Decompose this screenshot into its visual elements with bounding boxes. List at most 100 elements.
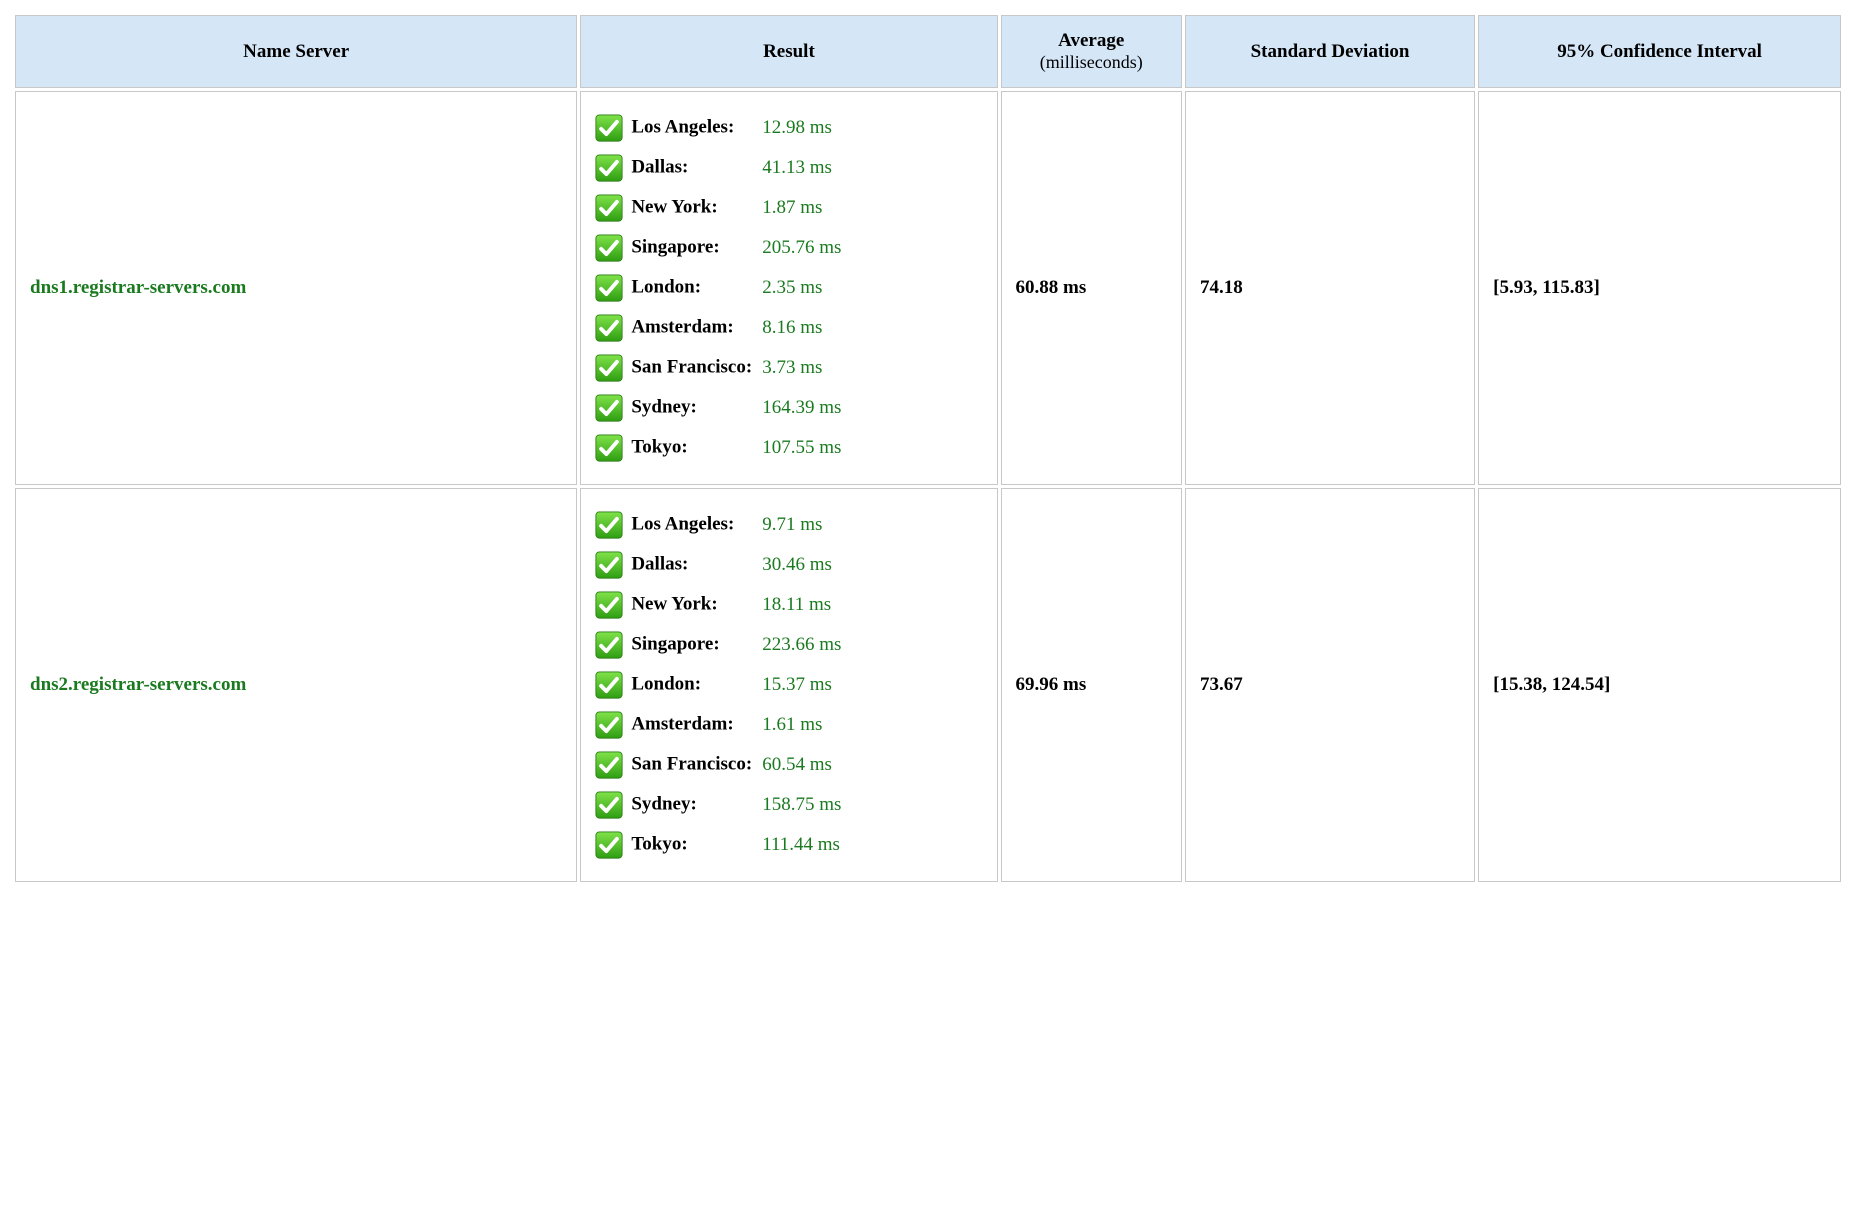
- average-cell: 69.96 ms: [1001, 488, 1182, 882]
- table-row: dns2.registrar-servers.comLos Angeles:9.…: [15, 488, 1841, 882]
- location-name: Amsterdam: [631, 713, 727, 734]
- location-row: Dallas:30.46 ms: [595, 545, 845, 585]
- location-label: Los Angeles:: [595, 505, 762, 545]
- location-name: Los Angeles: [631, 513, 728, 534]
- location-label: Amsterdam:: [595, 705, 762, 745]
- location-label: Singapore:: [595, 228, 762, 268]
- location-label: Sydney:: [595, 785, 762, 825]
- location-row: Los Angeles:9.71 ms: [595, 505, 845, 545]
- location-value: 15.37 ms: [762, 665, 845, 705]
- stddev-cell: 74.18: [1185, 91, 1475, 485]
- location-name: Tokyo: [631, 436, 681, 457]
- stddev-cell: 73.67: [1185, 488, 1475, 882]
- header-result: Result: [580, 15, 997, 88]
- ci-cell: [15.38, 124.54]: [1478, 488, 1841, 882]
- header-ci: 95% Confidence Interval: [1478, 15, 1841, 88]
- location-results-table: Los Angeles:9.71 msDallas:30.46 msNew Yo…: [595, 505, 845, 865]
- location-row: Tokyo:107.55 ms: [595, 428, 845, 468]
- location-value: 205.76 ms: [762, 228, 845, 268]
- location-label: Amsterdam:: [595, 308, 762, 348]
- check-icon: [595, 314, 623, 342]
- table-row: dns1.registrar-servers.comLos Angeles:12…: [15, 91, 1841, 485]
- location-label: Dallas:: [595, 545, 762, 585]
- check-icon: [595, 551, 623, 579]
- check-icon: [595, 434, 623, 462]
- location-label: New York:: [595, 585, 762, 625]
- check-icon: [595, 631, 623, 659]
- location-value: 111.44 ms: [762, 825, 845, 865]
- ci-cell: [5.93, 115.83]: [1478, 91, 1841, 485]
- location-name: Sydney: [631, 793, 690, 814]
- name-server-cell: dns2.registrar-servers.com: [15, 488, 577, 882]
- location-row: Singapore:223.66 ms: [595, 625, 845, 665]
- location-value: 223.66 ms: [762, 625, 845, 665]
- header-stddev: Standard Deviation: [1185, 15, 1475, 88]
- location-row: New York:18.11 ms: [595, 585, 845, 625]
- location-label: San Francisco:: [595, 348, 762, 388]
- location-value: 8.16 ms: [762, 308, 845, 348]
- location-name: San Francisco: [631, 356, 746, 377]
- table-header-row: Name Server Result Average (milliseconds…: [15, 15, 1841, 88]
- location-label: Tokyo:: [595, 428, 762, 468]
- location-name: Los Angeles: [631, 116, 728, 137]
- location-value: 12.98 ms: [762, 108, 845, 148]
- location-value: 18.11 ms: [762, 585, 845, 625]
- location-label: New York:: [595, 188, 762, 228]
- location-row: Sydney:158.75 ms: [595, 785, 845, 825]
- check-icon: [595, 194, 623, 222]
- check-icon: [595, 114, 623, 142]
- location-row: New York:1.87 ms: [595, 188, 845, 228]
- location-name: Amsterdam: [631, 316, 727, 337]
- location-label: Dallas:: [595, 148, 762, 188]
- check-icon: [595, 791, 623, 819]
- location-label: Singapore:: [595, 625, 762, 665]
- location-value: 41.13 ms: [762, 148, 845, 188]
- header-name-server: Name Server: [15, 15, 577, 88]
- check-icon: [595, 711, 623, 739]
- location-name: London: [631, 276, 694, 297]
- location-row: Singapore:205.76 ms: [595, 228, 845, 268]
- location-value: 60.54 ms: [762, 745, 845, 785]
- location-value: 164.39 ms: [762, 388, 845, 428]
- location-row: Dallas:41.13 ms: [595, 148, 845, 188]
- check-icon: [595, 354, 623, 382]
- result-cell: Los Angeles:9.71 msDallas:30.46 msNew Yo…: [580, 488, 997, 882]
- check-icon: [595, 751, 623, 779]
- location-row: London:2.35 ms: [595, 268, 845, 308]
- name-server-cell: dns1.registrar-servers.com: [15, 91, 577, 485]
- location-row: Amsterdam:8.16 ms: [595, 308, 845, 348]
- location-value: 30.46 ms: [762, 545, 845, 585]
- location-name: Sydney: [631, 396, 690, 417]
- check-icon: [595, 671, 623, 699]
- location-name: Singapore: [631, 236, 713, 257]
- location-row: Los Angeles:12.98 ms: [595, 108, 845, 148]
- location-value: 9.71 ms: [762, 505, 845, 545]
- location-label: London:: [595, 268, 762, 308]
- header-average: Average (milliseconds): [1001, 15, 1182, 88]
- check-icon: [595, 591, 623, 619]
- check-icon: [595, 274, 623, 302]
- location-row: Amsterdam:1.61 ms: [595, 705, 845, 745]
- location-row: Tokyo:111.44 ms: [595, 825, 845, 865]
- location-label: Sydney:: [595, 388, 762, 428]
- location-row: Sydney:164.39 ms: [595, 388, 845, 428]
- location-row: San Francisco:60.54 ms: [595, 745, 845, 785]
- dns-results-table: Name Server Result Average (milliseconds…: [12, 12, 1844, 885]
- average-cell: 60.88 ms: [1001, 91, 1182, 485]
- check-icon: [595, 511, 623, 539]
- header-average-label: Average: [1058, 30, 1124, 51]
- location-value: 158.75 ms: [762, 785, 845, 825]
- location-value: 2.35 ms: [762, 268, 845, 308]
- check-icon: [595, 234, 623, 262]
- location-value: 1.61 ms: [762, 705, 845, 745]
- location-results-table: Los Angeles:12.98 msDallas:41.13 msNew Y…: [595, 108, 845, 468]
- location-row: London:15.37 ms: [595, 665, 845, 705]
- location-label: San Francisco:: [595, 745, 762, 785]
- location-label: Los Angeles:: [595, 108, 762, 148]
- location-name: San Francisco: [631, 753, 746, 774]
- location-label: Tokyo:: [595, 825, 762, 865]
- location-value: 3.73 ms: [762, 348, 845, 388]
- header-average-sub: (milliseconds): [1012, 52, 1171, 73]
- location-name: Singapore: [631, 633, 713, 654]
- location-value: 107.55 ms: [762, 428, 845, 468]
